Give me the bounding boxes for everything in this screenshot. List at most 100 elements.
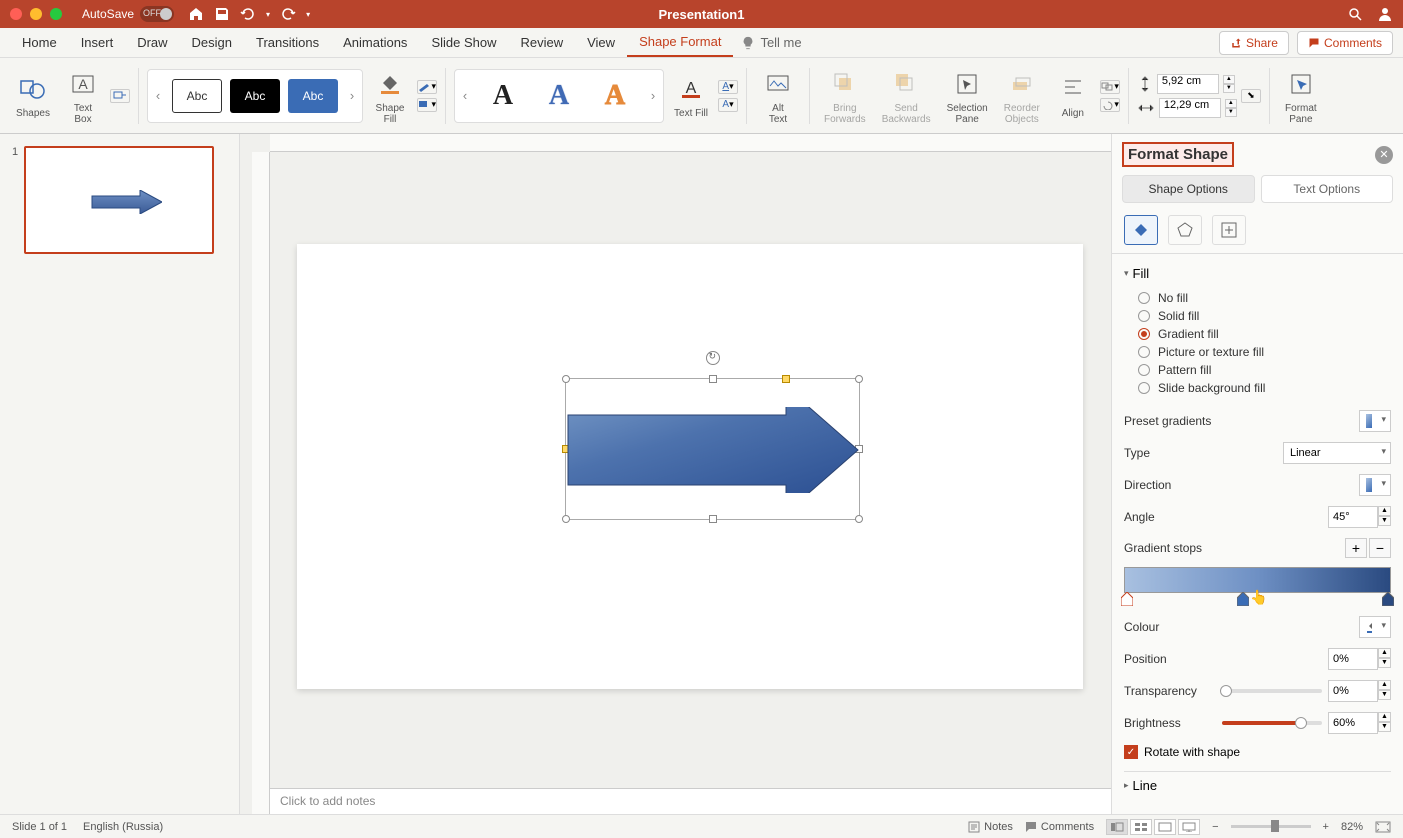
reading-view-button[interactable] [1154,819,1176,835]
resize-handle-n[interactable] [709,375,717,383]
undo-dropdown[interactable]: ▾ [266,10,270,19]
account-icon[interactable] [1377,6,1393,22]
align-button[interactable]: Align [1050,62,1096,130]
notes-placeholder[interactable]: Click to add notes [270,788,1111,814]
stop-colour-dropdown[interactable] [1359,616,1391,638]
resize-handle-nw[interactable] [562,375,570,383]
transparency-input[interactable]: 0% [1328,680,1378,702]
transparency-slider[interactable] [1222,689,1322,693]
text-box-button[interactable]: A Text Box [60,62,106,130]
shape-selection[interactable] [565,378,860,520]
shape-style-2[interactable]: Abc [230,79,280,113]
resize-handle-s[interactable] [709,515,717,523]
maximize-window-button[interactable] [50,8,62,20]
picture-fill-radio[interactable]: Picture or texture fill [1138,343,1391,361]
wa-prev[interactable]: ‹ [455,70,475,122]
resize-handle-se[interactable] [855,515,863,523]
wordart-style-3[interactable]: A [593,75,637,117]
sorter-view-button[interactable] [1130,819,1152,835]
selection-pane-button[interactable]: Selection Pane [941,62,994,130]
tab-insert[interactable]: Insert [69,29,126,56]
notes-toggle[interactable]: Notes [968,821,1013,833]
home-icon[interactable] [188,6,204,22]
remove-stop-button[interactable]: − [1369,538,1391,558]
rotate-button[interactable]: ▾ [1100,98,1120,112]
transparency-spinner[interactable]: ▲▼ [1378,680,1391,702]
preset-gradients-dropdown[interactable] [1359,410,1391,432]
comments-toggle[interactable]: Comments [1025,821,1094,833]
gradient-stops-bar[interactable]: 👆 [1124,567,1391,593]
gallery-next[interactable]: › [342,70,362,122]
gradient-stop-2[interactable] [1237,592,1249,606]
close-pane-button[interactable]: ✕ [1375,146,1393,164]
wordart-style-2[interactable]: A [537,75,581,117]
slideshow-view-button[interactable] [1178,819,1200,835]
tab-slideshow[interactable]: Slide Show [419,29,508,56]
adjust-handle-top[interactable] [782,375,790,383]
size-launcher[interactable]: ⬊ [1241,89,1261,103]
text-outline-button[interactable]: A▾ [718,80,738,94]
gradient-fill-radio[interactable]: Gradient fill [1138,325,1391,343]
position-input[interactable]: 0% [1328,648,1378,670]
resize-handle-sw[interactable] [562,515,570,523]
resize-handle-ne[interactable] [855,375,863,383]
line-section-header[interactable]: ▸Line [1124,771,1391,799]
edit-shape-button[interactable] [110,89,130,103]
save-icon[interactable] [214,6,230,22]
slide-indicator[interactable]: Slide 1 of 1 [12,821,67,833]
shape-style-1[interactable]: Abc [172,79,222,113]
arrow-shape[interactable] [566,407,861,493]
reorder-objects-button[interactable]: Reorder Objects [998,62,1046,130]
solid-fill-radio[interactable]: Solid fill [1138,307,1391,325]
format-pane-button[interactable]: Format Pane [1278,62,1324,130]
tab-view[interactable]: View [575,29,627,56]
gradient-stop-3[interactable] [1382,592,1394,606]
slide-canvas[interactable] [297,244,1083,689]
position-spinner[interactable]: ▲▼ [1378,648,1391,670]
comments-button[interactable]: Comments [1297,31,1393,55]
brightness-slider[interactable] [1222,721,1322,725]
zoom-level[interactable]: 82% [1341,821,1363,833]
alt-text-button[interactable]: Alt Text [755,62,801,130]
gradient-direction-dropdown[interactable] [1359,474,1391,496]
undo-icon[interactable] [240,6,256,22]
normal-view-button[interactable] [1106,819,1128,835]
group-button[interactable]: ▾ [1100,80,1120,94]
zoom-in-button[interactable]: + [1323,821,1329,833]
wa-next[interactable]: › [643,70,663,122]
brightness-input[interactable]: 60% [1328,712,1378,734]
search-icon[interactable] [1347,6,1363,22]
add-stop-button[interactable]: + [1345,538,1367,558]
tab-shape-format[interactable]: Shape Format [627,28,733,57]
qat-more[interactable]: ▾ [306,10,310,19]
width-spinner[interactable]: ▲▼ [1225,99,1237,117]
shape-effects-button[interactable]: ▾ [417,98,437,112]
rotation-handle[interactable] [706,351,720,365]
autosave-toggle[interactable]: AutoSave OFF [82,6,174,22]
height-spinner[interactable]: ▲▼ [1223,75,1235,93]
tab-design[interactable]: Design [180,29,244,56]
shapes-button[interactable]: Shapes [10,62,56,130]
text-options-tab[interactable]: Text Options [1261,175,1394,203]
share-button[interactable]: Share [1219,31,1289,55]
shape-style-3[interactable]: Abc [288,79,338,113]
text-effects-button[interactable]: A▾ [718,98,738,112]
effects-tab-icon[interactable] [1168,215,1202,245]
text-fill-button[interactable]: A Text Fill [668,62,714,130]
angle-spinner[interactable]: ▲▼ [1378,506,1391,528]
angle-input[interactable]: 45° [1328,506,1378,528]
shape-fill-button[interactable]: Shape Fill [367,62,413,130]
rotate-with-shape-checkbox[interactable]: ✓ Rotate with shape [1124,739,1391,765]
tab-draw[interactable]: Draw [125,29,179,56]
width-input[interactable]: 12,29 cm [1159,98,1221,118]
tab-home[interactable]: Home [10,29,69,56]
close-window-button[interactable] [10,8,22,20]
fit-to-window-button[interactable] [1375,821,1391,833]
shape-outline-button[interactable]: ▾ [417,80,437,94]
tab-review[interactable]: Review [508,29,575,56]
wordart-style-1[interactable]: A [481,75,525,117]
height-input[interactable]: 5,92 cm [1157,74,1219,94]
size-tab-icon[interactable] [1212,215,1246,245]
fill-section-header[interactable]: ▾Fill [1124,260,1391,287]
no-fill-radio[interactable]: No fill [1138,289,1391,307]
